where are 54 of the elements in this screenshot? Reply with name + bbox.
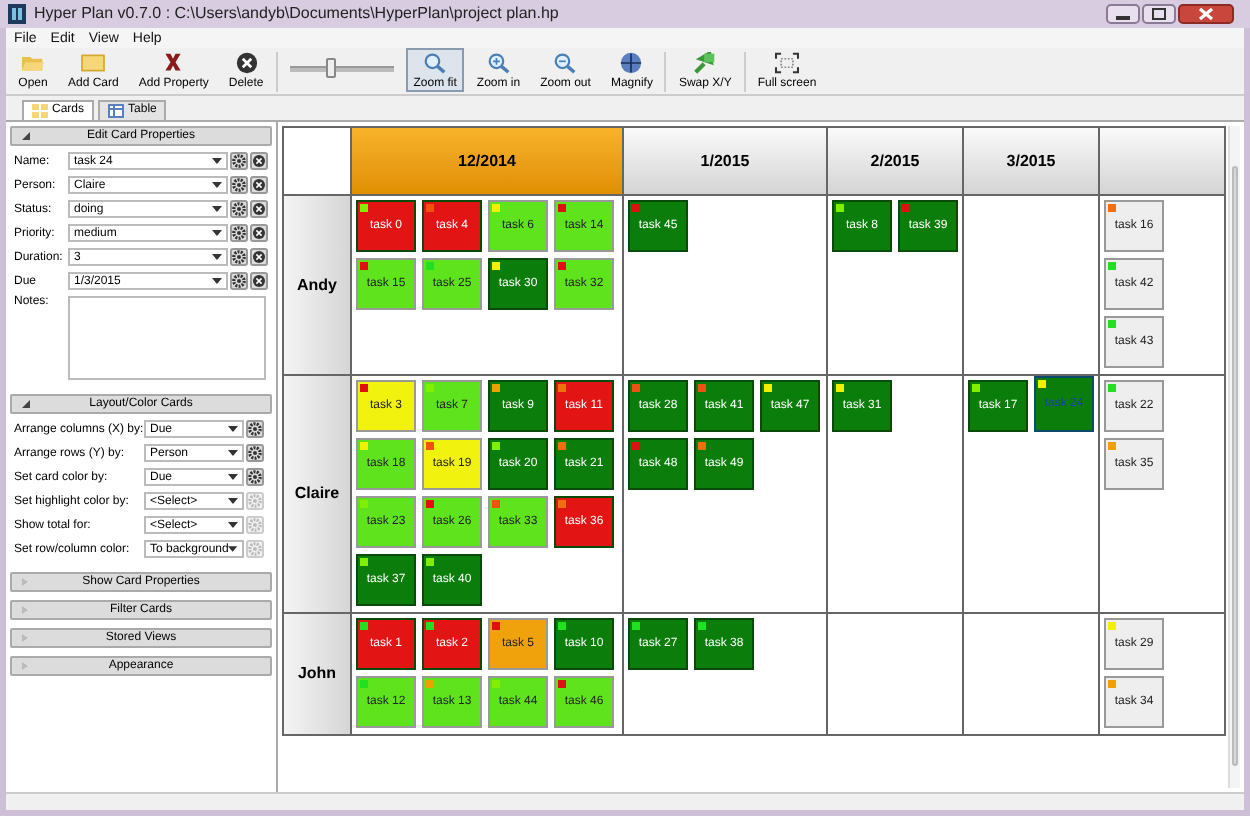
caret-icon: [228, 426, 238, 432]
column-header: 2/2015: [828, 128, 964, 196]
caret-icon: [212, 254, 222, 260]
full-screen-icon: [772, 52, 802, 74]
expand-icon: [22, 634, 30, 642]
expand-icon: [22, 578, 30, 586]
caret-icon: [228, 522, 238, 528]
caret-icon: [228, 474, 238, 480]
expand-icon: [22, 606, 30, 614]
zoom-out-icon: [550, 52, 581, 74]
remove-icon: [250, 272, 268, 290]
crosshair-icon: [616, 52, 647, 74]
maximize-icon: [1142, 4, 1176, 24]
collapse-icon: [22, 132, 30, 140]
remove-icon: [250, 176, 268, 194]
scrollbar[interactable]: [1228, 126, 1240, 788]
settings-icon: [230, 176, 248, 194]
folder-icon: [18, 52, 48, 74]
column-header: 1/2015: [624, 128, 828, 196]
search-icon: [420, 52, 451, 74]
zoom-in-icon: [483, 52, 514, 74]
collapse-icon: [22, 400, 30, 408]
expand-icon: [22, 662, 30, 670]
slider-thumb[interactable]: [325, 58, 336, 78]
caret-icon: [212, 230, 222, 236]
caret-icon: [212, 158, 222, 164]
minimize-icon: [1106, 4, 1140, 24]
caret-icon: [228, 450, 238, 456]
row-header: John: [284, 614, 352, 736]
remove-icon: [250, 200, 268, 218]
window-title: Hyper Plan v0.7.0 : C:\Users\andyb\Documents\HyperPlan\project plan.hp: [34, 2, 559, 26]
delete-icon: [231, 52, 262, 74]
caret-icon: [212, 182, 222, 188]
settings-icon: [230, 272, 248, 290]
settings-icon: [230, 248, 248, 266]
cards-icon: [32, 104, 48, 118]
column-header: 3/2015: [964, 128, 1100, 196]
caret-icon: [212, 206, 222, 212]
notes-field[interactable]: [68, 296, 266, 380]
settings-icon: [230, 152, 248, 170]
app-icon: [8, 4, 26, 24]
row-header: Andy: [284, 196, 352, 376]
remove-icon: [250, 224, 268, 242]
caret-icon: [212, 278, 222, 284]
row-header: Claire: [284, 376, 352, 614]
caret-icon: [228, 498, 238, 504]
settings-icon: [230, 224, 248, 242]
close-icon: [1178, 4, 1234, 24]
remove-icon: [250, 248, 268, 266]
caret-icon: [228, 546, 238, 552]
remove-icon: [250, 152, 268, 170]
settings-icon: [230, 200, 248, 218]
column-header: 12/2014: [352, 128, 624, 196]
card-icon: [78, 52, 109, 74]
